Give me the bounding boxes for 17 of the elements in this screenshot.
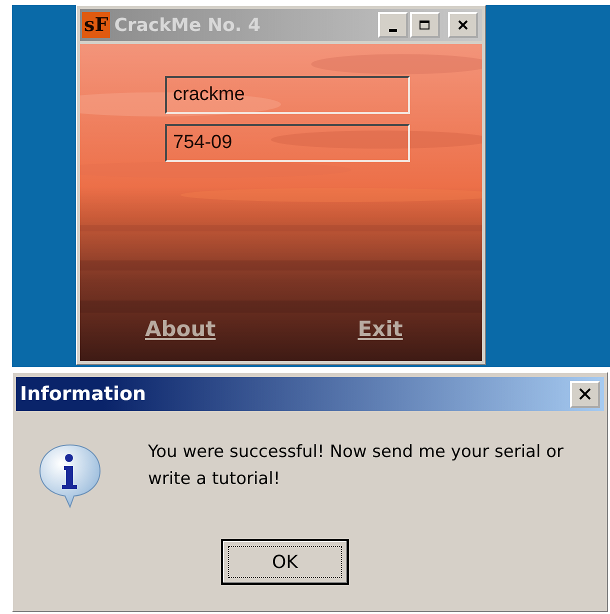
information-icon	[38, 443, 102, 509]
text-field[interactable]: crackme	[165, 76, 410, 114]
maximize-icon	[419, 20, 431, 30]
link[interactable]: Exit	[358, 317, 403, 341]
close-button[interactable]	[448, 12, 478, 38]
ok-button[interactable]: OK	[221, 539, 349, 585]
text-field[interactable]: 754-09	[165, 124, 410, 162]
dialog-title: Information	[20, 383, 146, 405]
message-text: You were successful! Now send me your serial or write a tutorial!	[148, 441, 564, 491]
close-icon	[578, 388, 592, 400]
minimize-button[interactable]	[378, 12, 408, 38]
app-logo: sF	[82, 12, 110, 38]
link[interactable]: About	[145, 317, 216, 341]
maximize-button[interactable]	[410, 12, 440, 38]
close-button[interactable]	[570, 380, 600, 408]
minimize-icon	[389, 28, 397, 32]
close-icon	[457, 20, 469, 30]
